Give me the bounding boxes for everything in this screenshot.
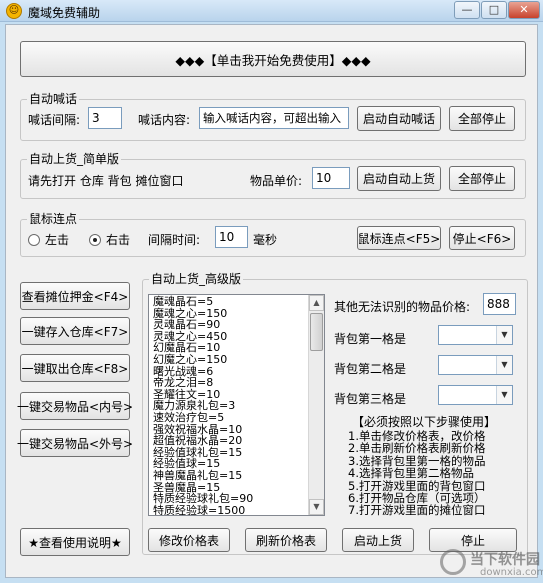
view-help-button[interactable]: ★查看使用说明★ — [20, 528, 130, 556]
price-list-item[interactable]: 速效治疗包=5 — [153, 412, 309, 424]
mouse-click-start-button[interactable]: 鼠标连点<F5> — [357, 226, 441, 250]
minimize-button[interactable]: — — [454, 1, 480, 19]
price-list-item[interactable]: 特质经验球礼包=90 — [153, 493, 309, 505]
chevron-down-icon: ▼ — [496, 356, 512, 374]
close-button[interactable]: ✕ — [508, 1, 540, 19]
edit-price-table-button[interactable]: 修改价格表 — [148, 528, 230, 552]
start-shout-button[interactable]: 启动自动喊话 — [357, 106, 441, 131]
price-list-item[interactable]: 超值祝福水晶=20 — [153, 435, 309, 447]
price-list-item[interactable]: 帝龙之泪=8 — [153, 377, 309, 389]
slot3-select[interactable]: ▼ — [438, 385, 513, 405]
shout-content-label: 喊话内容: — [138, 113, 191, 127]
trade-outer-button[interactable]: 一键交易物品<外号> — [17, 429, 133, 457]
start-shelf-button[interactable]: 启动上货 — [342, 528, 414, 552]
simple-shelf-title: 自动上货_简单版 — [27, 152, 122, 166]
instruction-step: 2.单击刷新价格表刷新价格 — [348, 441, 486, 456]
chevron-down-icon: ▼ — [496, 326, 512, 344]
shout-interval-label: 喊话间隔: — [28, 113, 81, 127]
advanced-shelf-title: 自动上货_高级版 — [149, 272, 244, 286]
slot2-label: 背包第二格是 — [334, 362, 407, 376]
mouse-click-title: 鼠标连点 — [27, 212, 80, 226]
click-interval-input[interactable]: 10 — [215, 226, 248, 248]
view-stall-deposit-button[interactable]: 查看摊位押金<F4> — [20, 282, 130, 310]
watermark-text: 当下软件园 — [470, 552, 540, 568]
watermark-subtext: downxia.com — [480, 567, 543, 578]
instructions-title: 【必须按照以下步骤使用】 — [352, 415, 497, 429]
price-list-scrollbar[interactable]: ▲ ▼ — [308, 295, 324, 515]
unknown-price-input[interactable]: 888 — [483, 293, 516, 315]
scroll-up-arrow[interactable]: ▲ — [309, 295, 324, 311]
watermark: 当下软件园 downxia.com — [440, 545, 543, 581]
deposit-warehouse-button[interactable]: 一键存入仓库<F7> — [20, 317, 130, 345]
slot2-select[interactable]: ▼ — [438, 355, 513, 375]
slot1-label: 背包第一格是 — [334, 332, 407, 346]
price-list-box[interactable]: 魔魂晶石=5 魔魂之心=150 灵魂晶石=90 灵魂之心=450 幻魔晶石=10 幻魔之心… — [148, 294, 325, 516]
trade-inner-button[interactable]: 一键交易物品<内号> — [17, 392, 133, 420]
watermark-logo-icon — [440, 549, 466, 575]
smiley-icon: ☺ — [6, 3, 22, 19]
right-click-label: 右击 — [106, 233, 131, 247]
right-click-radio[interactable] — [89, 234, 101, 246]
shout-content-input[interactable]: 输入喊话内容，可超出输入 — [199, 107, 349, 129]
price-list-item[interactable]: 神兽魔晶礼包=15 — [153, 470, 309, 482]
instruction-step: 4.选择背包里第二格物品 — [348, 466, 474, 481]
shout-interval-value: 3 — [92, 111, 100, 125]
mouse-click-stop-button[interactable]: 停止<F6> — [449, 226, 515, 250]
left-click-radio[interactable] — [28, 234, 40, 246]
left-click-label: 左击 — [45, 233, 70, 247]
simple-shelf-hint: 请先打开 仓库 背包 摊位窗口 — [28, 174, 184, 188]
auto-shout-title: 自动喊话 — [27, 92, 80, 106]
slot1-select[interactable]: ▼ — [438, 325, 513, 345]
click-interval-label: 间隔时间: — [148, 233, 201, 247]
start-free-button[interactable]: ◆◆◆【单击我开始免费使用】◆◆◆ — [20, 41, 526, 77]
stop-all-shelf-button[interactable]: 全部停止 — [449, 166, 515, 191]
milliseconds-label: 毫秒 — [253, 233, 278, 247]
window-title: 魔域免费辅助 — [28, 6, 101, 20]
title-bar: ☺ 魔域免费辅助 — □ ✕ — [0, 0, 543, 22]
price-list-item[interactable]: 魔魂晶石=5 — [153, 296, 309, 308]
price-list-item[interactable]: 特质经验球=1500 — [153, 505, 309, 515]
instructions: 【必须按照以下步骤使用】 1.单击修改价格表，改价格 2.单击刷新价格表刷新价格… — [348, 414, 520, 517]
instruction-step: 7.打开游戏里面的摊位窗口 — [348, 503, 486, 518]
unknown-price-label: 其他无法识别的物品价格: — [334, 300, 471, 314]
main-panel: ◆◆◆【单击我开始免费使用】◆◆◆ 自动喊话 喊话间隔: 3 喊话内容: 输入喊… — [5, 24, 538, 578]
shout-interval-input[interactable]: 3 — [88, 107, 122, 129]
slot3-label: 背包第三格是 — [334, 392, 407, 406]
chevron-down-icon: ▼ — [496, 386, 512, 404]
withdraw-warehouse-button[interactable]: 一键取出仓库<F8> — [20, 354, 130, 382]
start-simple-shelf-button[interactable]: 启动自动上货 — [357, 166, 441, 191]
stop-all-shout-button[interactable]: 全部停止 — [449, 106, 515, 131]
scroll-down-arrow[interactable]: ▼ — [309, 499, 324, 515]
price-list: 魔魂晶石=5 魔魂之心=150 灵魂晶石=90 灵魂之心=450 幻魔晶石=10 幻魔之心… — [153, 296, 309, 515]
unit-price-label: 物品单价: — [250, 174, 303, 188]
maximize-button[interactable]: □ — [481, 1, 507, 19]
scroll-thumb[interactable] — [310, 313, 323, 351]
price-list-item[interactable]: 幻魔之心=150 — [153, 354, 309, 366]
refresh-price-table-button[interactable]: 刷新价格表 — [245, 528, 327, 552]
unit-price-input[interactable]: 10 — [312, 167, 350, 189]
